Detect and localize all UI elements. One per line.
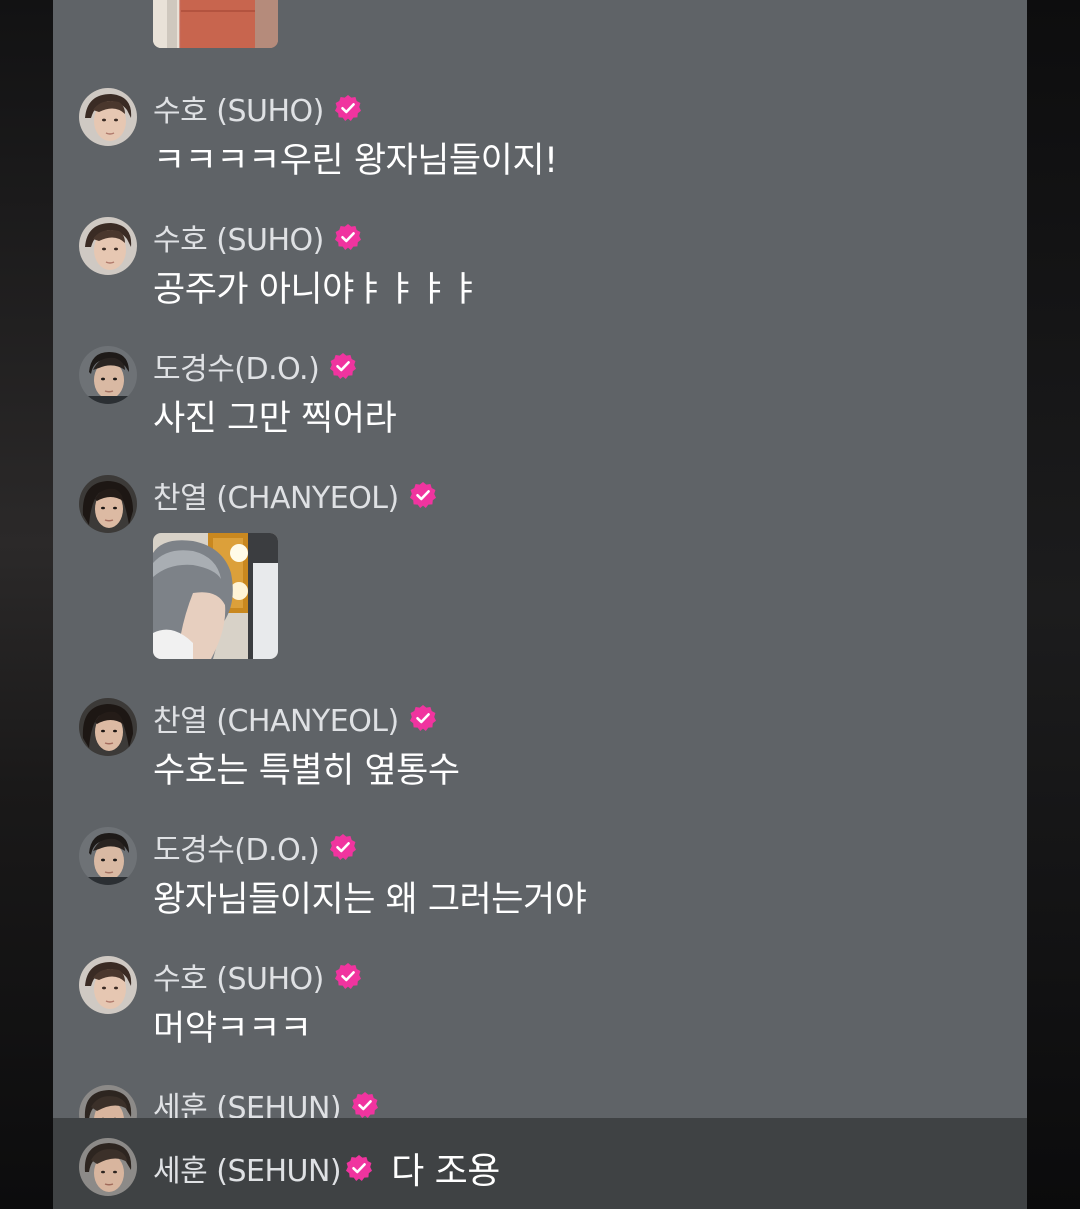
sender-row: 수호 (SUHO)	[153, 88, 362, 129]
message-text: ㅋㅋㅋㅋ우린 왕자님들이지!	[153, 141, 558, 181]
message-text: 공주가 아니야ㅑㅑㅑㅑ	[153, 270, 481, 310]
sender-row: 찬열 (CHANYEOL)	[153, 698, 437, 739]
sender-row: 도경수(D.O.)	[153, 827, 357, 868]
sender-name: 세훈 (SEHUN)	[153, 1154, 342, 1189]
message-text: 수호는 특별히 옆통수	[153, 751, 460, 791]
suho-avatar[interactable]	[79, 88, 137, 146]
sender-row: 수호 (SUHO)	[153, 956, 362, 997]
latest-message-row: 세훈 (SEHUN) 다 조용	[153, 1147, 500, 1192]
sender-name: 수호 (SUHO)	[153, 962, 324, 997]
sender-name: 도경수(D.O.)	[153, 352, 320, 387]
verified-badge-icon	[329, 833, 357, 861]
left-backdrop	[0, 0, 53, 1209]
do-avatar[interactable]	[79, 346, 137, 404]
verified-badge-icon	[334, 223, 362, 251]
chat-message[interactable]: 찬열 (CHANYEOL) 수호는 특별히 옆통수	[79, 698, 1019, 798]
sender-row: 도경수(D.O.)	[153, 346, 357, 387]
chat-message[interactable]: 수호 (SUHO) 공주가 아니야ㅑㅑㅑㅑ	[79, 217, 1019, 317]
suho-avatar[interactable]	[79, 956, 137, 1014]
message-text: 사진 그만 찍어라	[153, 399, 397, 439]
chat-message[interactable]: 도경수(D.O.) 사진 그만 찍어라	[79, 346, 1019, 446]
sender-name: 찬열 (CHANYEOL)	[153, 704, 399, 739]
photo-message-image[interactable]	[153, 533, 278, 659]
chat-message[interactable]: 수호 (SUHO) ㅋㅋㅋㅋ우린 왕자님들이지!	[79, 88, 1019, 188]
chanyeol-avatar[interactable]	[79, 475, 137, 533]
verified-badge-icon	[345, 1154, 373, 1182]
sender-name: 찬열 (CHANYEOL)	[153, 481, 399, 516]
verified-badge-icon	[409, 704, 437, 732]
sender-name: 수호 (SUHO)	[153, 223, 324, 258]
chat-message[interactable]: 도경수(D.O.) 왕자님들이지는 왜 그러는거야	[79, 827, 1019, 927]
message-text: 왕자님들이지는 왜 그러는거야	[153, 880, 587, 920]
latest-message-bar[interactable]: 세훈 (SEHUN) 다 조용	[53, 1118, 1027, 1209]
verified-badge-icon	[329, 352, 357, 380]
verified-badge-icon	[351, 1091, 379, 1119]
sehun-avatar[interactable]	[79, 1138, 137, 1196]
verified-badge-icon	[334, 94, 362, 122]
message-text: 머약ㅋㅋㅋ	[153, 1009, 312, 1049]
verified-badge-icon	[334, 962, 362, 990]
right-backdrop	[1027, 0, 1080, 1209]
do-avatar[interactable]	[79, 827, 137, 885]
sender-row: 수호 (SUHO)	[153, 217, 362, 258]
previous-photo-message[interactable]	[153, 0, 278, 48]
sender-name: 수호 (SUHO)	[153, 94, 324, 129]
sender-name: 도경수(D.O.)	[153, 833, 320, 868]
suho-avatar[interactable]	[79, 217, 137, 275]
latest-message-text: 다 조용	[391, 1151, 500, 1192]
verified-badge-icon	[409, 481, 437, 509]
chanyeol-avatar[interactable]	[79, 698, 137, 756]
chat-panel[interactable]: 수호 (SUHO) ㅋㅋㅋㅋ우린 왕자님들이지! 수호 (SUHO) 공주가 아…	[53, 0, 1027, 1209]
chat-message[interactable]: 찬열 (CHANYEOL)	[79, 475, 1019, 665]
chat-message[interactable]: 수호 (SUHO) 머약ㅋㅋㅋ	[79, 956, 1019, 1056]
sender-row: 찬열 (CHANYEOL)	[153, 475, 437, 516]
